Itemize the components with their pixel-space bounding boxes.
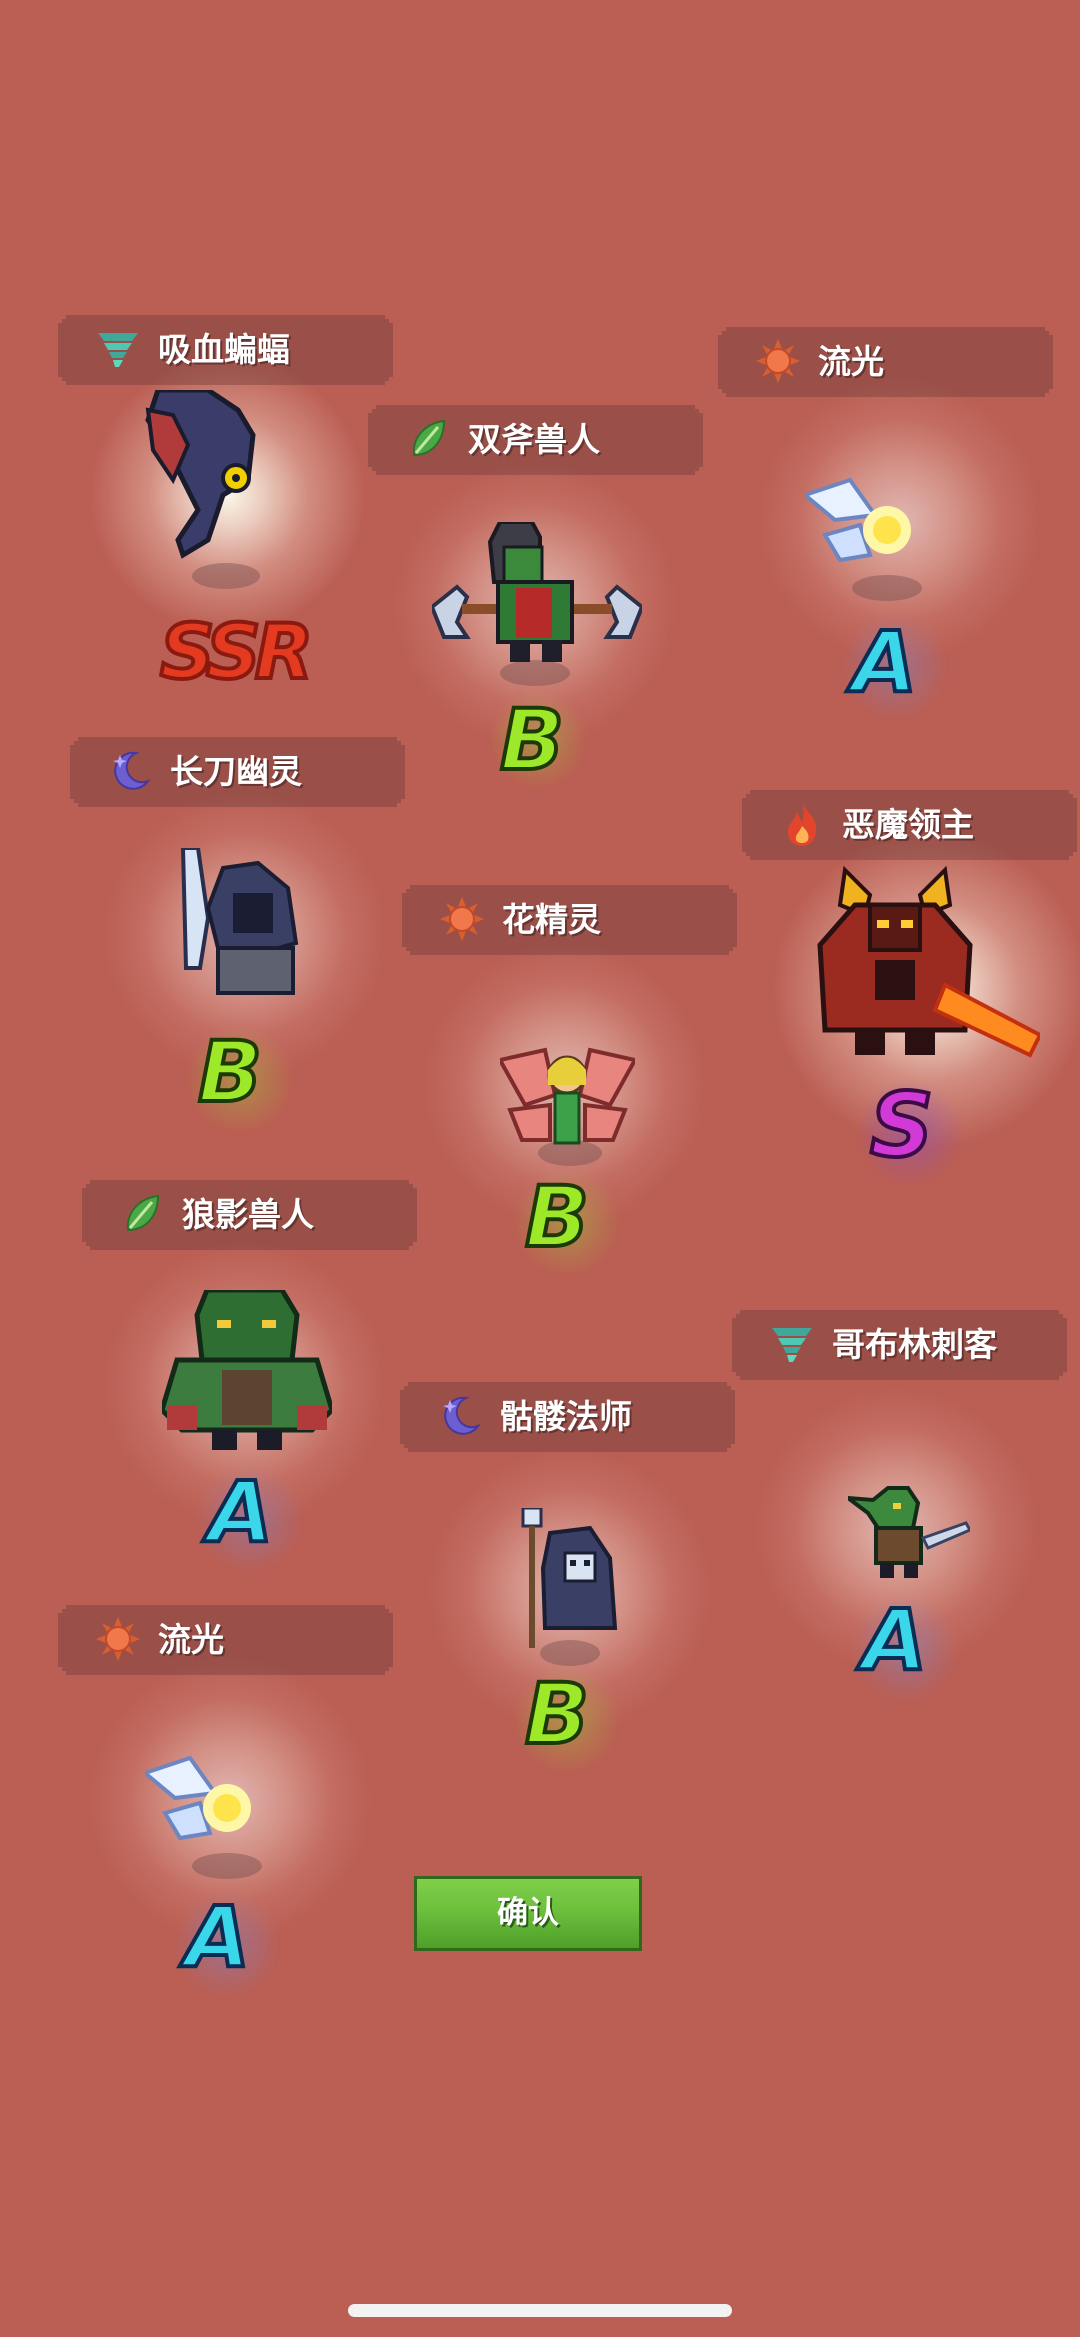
name-banner: 长刀幽灵	[70, 737, 405, 807]
rank-badge: B	[523, 1168, 591, 1266]
monster-name: 花精灵	[502, 900, 601, 939]
monster-name: 恶魔领主	[842, 805, 974, 844]
vampire-bat-sprite	[145, 390, 256, 559]
name-banner: 骷髅法师	[400, 1382, 735, 1452]
sprite-shadow	[192, 1853, 262, 1879]
sun-icon	[94, 1615, 142, 1663]
leaf-icon	[404, 415, 452, 463]
monster-name: 流光	[158, 1620, 224, 1659]
name-banner: 花精灵	[402, 885, 737, 955]
sprite-shadow	[852, 575, 922, 601]
rank-badge: B	[523, 1665, 591, 1763]
monster-name: 哥布林刺客	[832, 1325, 997, 1364]
rank-badge: B	[498, 691, 566, 789]
monster-name: 吸血蝙蝠	[158, 330, 290, 369]
wolf-shadow-orc-sprite	[162, 1290, 332, 1450]
name-banner: 双斧兽人	[368, 405, 703, 475]
rank-badge: B	[196, 1023, 264, 1121]
monster-name: 狼影兽人	[182, 1195, 314, 1234]
rank-badge: A	[206, 1463, 275, 1561]
moon-icon	[106, 747, 154, 795]
rank-badge: A	[183, 1888, 252, 1986]
home-indicator[interactable]	[348, 2304, 732, 2317]
rank-badge: SSR	[158, 607, 315, 696]
sprite-shadow	[192, 563, 260, 589]
rank-badge: A	[850, 613, 919, 711]
flower-spirit-sprite	[500, 1047, 635, 1145]
sun-icon	[754, 337, 802, 385]
wind-icon	[94, 325, 142, 373]
name-banner: 哥布林刺客	[732, 1310, 1067, 1380]
name-banner: 流光	[58, 1605, 393, 1675]
name-banner: 吸血蝙蝠	[58, 315, 393, 385]
streamer-sprite	[145, 1755, 251, 1841]
demon-lord-sprite	[817, 865, 1040, 1058]
name-banner: 恶魔领主	[742, 790, 1077, 860]
wind-icon	[768, 1320, 816, 1368]
monster-name: 双斧兽人	[468, 420, 600, 459]
rank-badge: A	[860, 1591, 929, 1689]
monster-name: 骷髅法师	[500, 1397, 632, 1436]
leaf-icon	[118, 1190, 166, 1238]
name-banner: 狼影兽人	[82, 1180, 417, 1250]
streamer-sprite	[805, 477, 911, 563]
rank-badge: S	[868, 1074, 935, 1177]
skeleton-mage-sprite	[521, 1508, 618, 1648]
monster-name: 长刀幽灵	[170, 752, 302, 791]
fire-icon	[778, 800, 826, 848]
moon-icon	[436, 1392, 484, 1440]
long-blade-ghost-sprite	[180, 848, 299, 995]
goblin-assassin-sprite	[848, 1486, 970, 1578]
name-banner: 流光	[718, 327, 1053, 397]
twin-axe-orc-sprite	[432, 522, 642, 662]
monster-name: 流光	[818, 342, 884, 381]
sun-icon	[438, 895, 486, 943]
confirm-button[interactable]: 确认	[414, 1876, 642, 1951]
